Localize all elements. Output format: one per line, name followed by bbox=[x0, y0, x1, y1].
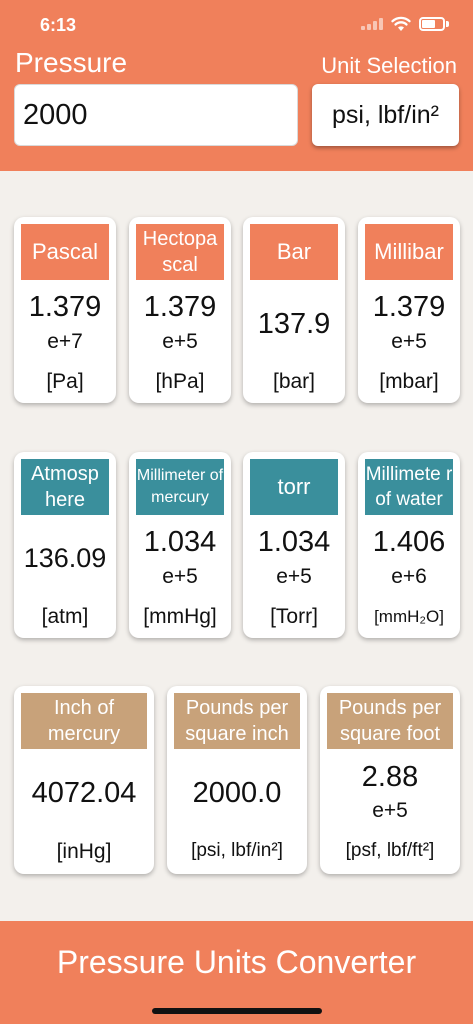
card-exponent: e+6 bbox=[391, 565, 427, 588]
card-value: 137.9 bbox=[257, 308, 331, 340]
card-exponent: e+5 bbox=[391, 330, 427, 353]
wifi-icon bbox=[391, 16, 411, 31]
card-unit: [inHg] bbox=[56, 840, 112, 863]
card-title: Atmosp here bbox=[21, 459, 109, 515]
card-unit: [mmH₂O] bbox=[374, 607, 444, 626]
unit-card-inch-of-mercury: Inch of mercury 4072.04 [inHg] bbox=[14, 686, 154, 874]
unit-selection-button[interactable]: psi, lbf/in² bbox=[312, 84, 459, 146]
card-title: Millimeter of mercury bbox=[136, 459, 224, 515]
card-value: 2.88 bbox=[361, 761, 419, 793]
card-unit: [hPa] bbox=[155, 370, 205, 393]
unit-card-pounds-per-square-inch: Pounds per square inch 2000.0 [psi, lbf/… bbox=[167, 686, 307, 874]
card-unit: [Torr] bbox=[270, 605, 318, 628]
card-title: Pounds per square inch bbox=[174, 693, 300, 749]
card-title: Pounds per square foot bbox=[327, 693, 453, 749]
card-unit: [mbar] bbox=[379, 370, 439, 393]
card-value: 1.379 bbox=[372, 291, 446, 323]
card-exponent: e+7 bbox=[47, 330, 83, 353]
card-value: 136.09 bbox=[23, 543, 107, 573]
unit-card-pascal: Pascal 1.379 e+7 [Pa] bbox=[14, 217, 116, 403]
unit-selection-label: Unit Selection bbox=[321, 53, 457, 78]
unit-card-atmosphere: Atmosp here 136.09 [atm] bbox=[14, 452, 116, 638]
status-time: 6:13 bbox=[40, 15, 77, 35]
card-title: Hectopa scal bbox=[136, 224, 224, 280]
card-exponent: e+5 bbox=[372, 799, 408, 822]
card-unit: [psi, lbf/in²] bbox=[191, 840, 283, 861]
cellular-signal-icon bbox=[361, 18, 383, 30]
unit-card-millimeter-of-water: Millimete r of water 1.406 e+6 [mmH₂O] bbox=[358, 452, 460, 638]
pressure-label: Pressure bbox=[15, 47, 128, 78]
app-title: Pressure Units Converter bbox=[56, 944, 417, 980]
unit-card-torr: torr 1.034 e+5 [Torr] bbox=[243, 452, 345, 638]
card-title: Inch of mercury bbox=[21, 693, 147, 749]
unit-card-pounds-per-square-foot: Pounds per square foot 2.88 e+5 [psf, lb… bbox=[320, 686, 460, 874]
card-value: 1.034 bbox=[257, 526, 331, 558]
card-value: 1.406 bbox=[372, 526, 446, 558]
card-title: Millibar bbox=[365, 224, 453, 280]
card-unit: [bar] bbox=[272, 370, 316, 393]
card-exponent: e+5 bbox=[162, 565, 198, 588]
card-unit: [atm] bbox=[41, 605, 89, 628]
battery-icon bbox=[419, 17, 449, 31]
card-title: Millimete r of water bbox=[365, 459, 453, 515]
card-value: 2000.0 bbox=[192, 777, 282, 809]
card-unit: [psf, lbf/ft²] bbox=[345, 840, 435, 861]
card-title: Bar bbox=[250, 224, 338, 280]
card-exponent: e+5 bbox=[162, 330, 198, 353]
unit-card-bar: Bar 137.9 [bar] bbox=[243, 217, 345, 403]
card-unit: [mmHg] bbox=[143, 605, 217, 628]
status-bar: 6:13 bbox=[0, 0, 473, 48]
card-value: 1.379 bbox=[143, 291, 217, 323]
card-title: Pascal bbox=[21, 224, 109, 280]
status-icons bbox=[361, 16, 449, 32]
unit-card-millimeter-of-mercury: Millimeter of mercury 1.034 e+5 [mmHg] bbox=[129, 452, 231, 638]
card-exponent: e+5 bbox=[276, 565, 312, 588]
home-indicator[interactable] bbox=[152, 1008, 322, 1014]
card-value: 4072.04 bbox=[31, 777, 137, 809]
unit-card-hectopascal: Hectopa scal 1.379 e+5 [hPa] bbox=[129, 217, 231, 403]
unit-card-millibar: Millibar 1.379 e+5 [mbar] bbox=[358, 217, 460, 403]
card-unit: [Pa] bbox=[46, 370, 84, 393]
pressure-input[interactable] bbox=[14, 84, 298, 146]
card-title: torr bbox=[250, 459, 338, 515]
card-value: 1.379 bbox=[28, 291, 102, 323]
card-value: 1.034 bbox=[143, 526, 217, 558]
